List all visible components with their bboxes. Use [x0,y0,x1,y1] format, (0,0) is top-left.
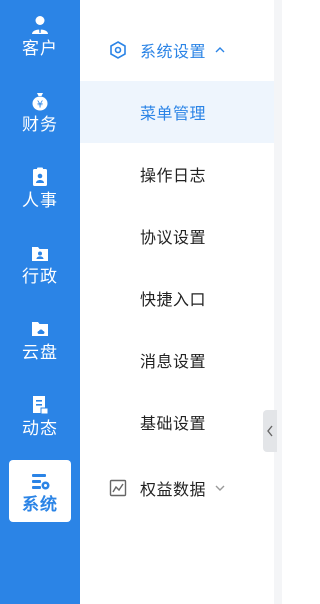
submenu-panel: 系统设置 菜单管理 操作日志 协议设置 快捷入口 消息设置 基础设置 权益数据 [80,0,274,604]
personnel-icon [33,167,47,186]
menu-item-label: 消息设置 [140,352,207,371]
menu-item-operation-log[interactable]: 操作日志 [80,143,274,205]
system-icon [32,474,50,490]
cloud-disk-icon [32,322,48,336]
menu-item-menu-management[interactable]: 菜单管理 [80,81,274,143]
menu-group-label: 系统设置 [140,42,207,61]
rail-item-label: 客户 [22,39,58,59]
chevron-up-icon [215,47,225,53]
svg-text:¥: ¥ [37,100,43,111]
rail-item-label: 系统 [22,495,58,515]
rail-item-system[interactable]: 系统 [9,460,71,522]
rail-item-label: 行政 [22,267,58,287]
menu-item-message-settings[interactable]: 消息设置 [80,329,274,391]
module-rail: 客户 ¥ 财务 人事 行政 云盘 动态 系统 [0,0,80,604]
content-edge [274,0,282,604]
activity-icon [33,396,49,415]
rail-item-activity[interactable]: 动态 [0,380,80,448]
menu-item-label: 基础设置 [140,414,207,433]
menu-item-label: 菜单管理 [140,104,207,123]
menu-item-label: 操作日志 [140,166,207,185]
menu-group-label: 权益数据 [140,480,207,499]
rail-item-label: 人事 [22,191,58,211]
rail-item-customer[interactable]: 客户 [0,0,80,68]
rail-item-admin[interactable]: 行政 [0,228,80,296]
menu-item-quick-entry[interactable]: 快捷入口 [80,267,274,329]
menu-item-agreement-settings[interactable]: 协议设置 [80,205,274,267]
menu-group-equity-data[interactable]: 权益数据 [80,460,274,516]
menu-group-system-settings[interactable]: 系统设置 [80,22,274,78]
menu-item-basic-settings[interactable]: 基础设置 [80,391,274,453]
rail-item-cloud-disk[interactable]: 云盘 [0,304,80,372]
settings-icon [110,41,126,59]
finance-icon: ¥ [32,93,48,111]
customer-icon [32,16,48,34]
rail-item-label: 云盘 [22,343,58,363]
chart-icon [109,479,127,497]
collapse-sidebar-button[interactable] [263,410,277,452]
rail-item-personnel[interactable]: 人事 [0,152,80,220]
chevron-left-icon [267,425,273,437]
rail-item-label: 动态 [22,419,58,439]
rail-item-finance[interactable]: ¥ 财务 [0,76,80,144]
menu-item-label: 快捷入口 [140,290,207,309]
rail-item-label: 财务 [22,115,58,135]
chevron-down-icon [215,485,225,491]
admin-icon [32,247,48,261]
menu-item-label: 协议设置 [140,228,207,247]
